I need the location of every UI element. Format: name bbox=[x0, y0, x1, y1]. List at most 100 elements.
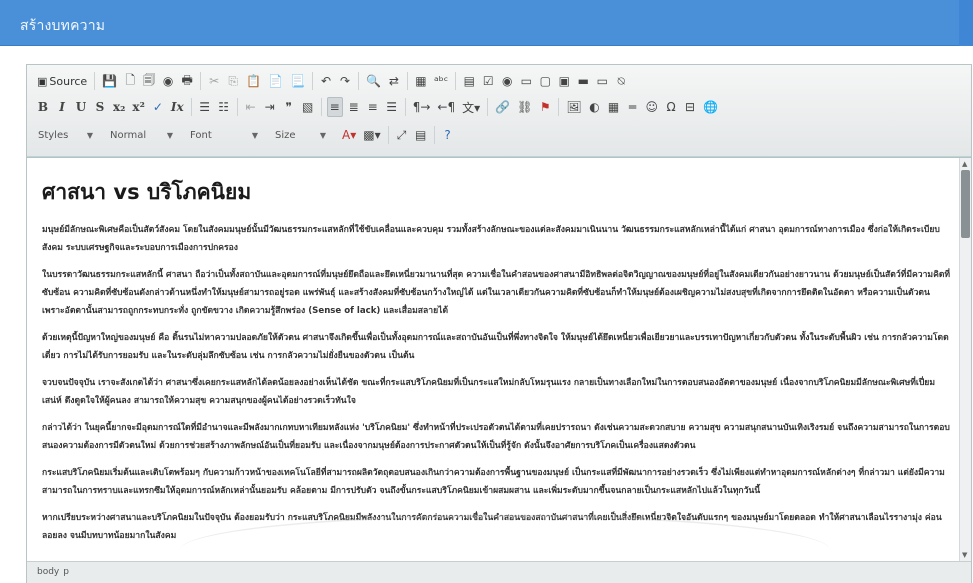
flash-button[interactable]: ◐ bbox=[587, 97, 603, 117]
link-button[interactable]: 🔗 bbox=[493, 97, 512, 117]
show-blocks-button[interactable]: ▤ bbox=[413, 125, 429, 145]
scroll-up-icon[interactable]: ▲ bbox=[962, 160, 967, 168]
bold-button[interactable]: B bbox=[35, 97, 51, 117]
checkbox-button[interactable]: ☑ bbox=[480, 71, 496, 91]
clear-format-button[interactable]: Ix bbox=[169, 97, 186, 117]
document-paragraph[interactable]: ในบรรดาวัฒนธรรมกระแสหลักนี้ ศาสนา ถือว่า… bbox=[42, 266, 952, 320]
font-combo[interactable]: Font ▼ bbox=[187, 125, 262, 145]
element-path-item[interactable]: p bbox=[63, 567, 69, 577]
special-char-button[interactable]: Ω bbox=[663, 97, 679, 117]
editor-statusbar: body p bbox=[27, 561, 971, 583]
subscript-button-label: x₂ bbox=[113, 100, 126, 114]
image-button[interactable]: 🖼 bbox=[564, 97, 583, 117]
button-button[interactable]: ▬ bbox=[575, 71, 591, 91]
indent-button[interactable]: ⇥ bbox=[262, 97, 278, 117]
numbered-list-button[interactable]: ☰ bbox=[197, 97, 213, 117]
paste-text-button[interactable]: 📄 bbox=[266, 71, 285, 91]
image-button-button[interactable]: ▭ bbox=[594, 71, 610, 91]
form-button[interactable]: ▤ bbox=[461, 71, 477, 91]
copy-button[interactable]: ⎘ bbox=[225, 71, 241, 91]
replace-button[interactable]: ⇄ bbox=[386, 71, 402, 91]
format-combo[interactable]: Normal ▼ bbox=[107, 125, 177, 145]
size-combo[interactable]: Size ▼ bbox=[272, 125, 330, 145]
print-button[interactable]: 🖶 bbox=[179, 71, 195, 91]
document-paragraph[interactable]: มนุษย์มีลักษณะพิเศษคือเป็นสัตว์สังคม โดย… bbox=[42, 221, 952, 257]
preview-button[interactable]: ◉ bbox=[160, 71, 176, 91]
paste-word-button[interactable]: 📃 bbox=[288, 71, 307, 91]
undo-button[interactable]: ↶ bbox=[318, 71, 334, 91]
blockquote-button[interactable]: ❞ bbox=[281, 97, 297, 117]
document-body[interactable]: ศาสนา vs บริโภคนิยม มนุษย์มีลักษณะพิเศษค… bbox=[42, 176, 952, 554]
textfield-button[interactable]: ▭ bbox=[518, 71, 534, 91]
document-paragraph[interactable]: หากเปรียบระหว่างศาสนาและบริโภคนิยมในปัจจ… bbox=[42, 509, 952, 545]
div-button[interactable]: ▧ bbox=[300, 97, 316, 117]
underline-button[interactable]: U bbox=[73, 97, 89, 117]
select-all-button[interactable]: ▦ bbox=[413, 71, 429, 91]
language-button[interactable]: 文▾ bbox=[460, 97, 482, 117]
align-left-button[interactable]: ≡ bbox=[326, 97, 343, 117]
document-paragraph[interactable]: จวบจนปัจจุบัน เราจะสังเกตได้ว่า ศาสนาซึ่… bbox=[42, 374, 952, 410]
new-page-button[interactable]: 🗋 bbox=[122, 71, 138, 91]
smiley-button[interactable]: ☺ bbox=[644, 97, 661, 117]
ltr-button[interactable]: ¶→ bbox=[411, 97, 433, 117]
paste-button[interactable]: 📋 bbox=[244, 71, 263, 91]
header-edge bbox=[959, 0, 973, 46]
unlink-button[interactable]: ⛓ bbox=[515, 97, 534, 117]
strike-button[interactable]: S bbox=[92, 97, 108, 117]
copy-icon: ⎘ bbox=[228, 73, 238, 88]
paste-icon: 📋 bbox=[246, 74, 262, 88]
find-button[interactable]: 🔍 bbox=[364, 71, 383, 91]
source-button[interactable]: ▣ Source bbox=[35, 71, 89, 91]
new-page-icon: 🗋 bbox=[125, 72, 135, 87]
scroll-down-icon[interactable]: ▼ bbox=[962, 551, 967, 559]
rtl-button[interactable]: ←¶ bbox=[435, 97, 457, 117]
smiley-icon: ☺ bbox=[645, 100, 659, 114]
editor-scrollbar[interactable]: ▲ ▼ bbox=[959, 158, 971, 561]
textarea-button[interactable]: ▢ bbox=[537, 71, 553, 91]
superscript-button[interactable]: x² bbox=[130, 97, 146, 117]
scroll-thumb[interactable] bbox=[961, 170, 970, 238]
outdent-button[interactable]: ⇤ bbox=[243, 97, 259, 117]
toolbar-separator bbox=[487, 98, 489, 116]
radio-button[interactable]: ◉ bbox=[499, 71, 515, 91]
bg-color-button[interactable]: ▩▾ bbox=[361, 125, 382, 145]
document-paragraph[interactable]: กระแสบริโภคนิยมเริ่มต้นและเติบโตพร้อมๆ ก… bbox=[42, 464, 952, 500]
align-center-button[interactable]: ≣ bbox=[346, 97, 362, 117]
font-combo-label: Font bbox=[190, 129, 212, 141]
toolbar-separator bbox=[312, 72, 313, 90]
spellcheck-button[interactable]: ᵃᵇᶜ bbox=[432, 71, 450, 91]
bulleted-list-button[interactable]: ☷ bbox=[216, 97, 232, 117]
page-header: สร้างบทความ bbox=[0, 0, 973, 46]
text-color-button[interactable]: A▾ bbox=[340, 125, 358, 145]
document-paragraph[interactable]: กล่าวได้ว่า ในยุคนี้ยากจะมีอุดมการณ์ใดที… bbox=[42, 419, 952, 455]
table-button[interactable]: ▦ bbox=[606, 97, 622, 117]
undo-icon: ↶ bbox=[320, 74, 332, 88]
hidden-field-button[interactable]: ⍉ bbox=[613, 71, 629, 91]
redo-button[interactable]: ↷ bbox=[337, 71, 353, 91]
element-path-item[interactable]: body bbox=[37, 567, 59, 577]
iframe-button[interactable]: 🌐 bbox=[701, 97, 720, 117]
justify-button[interactable]: ☰ bbox=[384, 97, 400, 117]
align-right-button[interactable]: ≡ bbox=[365, 97, 381, 117]
horizontal-line-button[interactable]: ═ bbox=[625, 97, 641, 117]
templates-button[interactable]: 🗐 bbox=[141, 71, 157, 91]
subscript-button[interactable]: x₂ bbox=[111, 97, 127, 117]
cut-button[interactable]: ✂ bbox=[206, 71, 222, 91]
textarea-icon: ▢ bbox=[539, 74, 551, 88]
save-button[interactable]: 💾 bbox=[100, 71, 119, 91]
styles-combo[interactable]: Styles ▼ bbox=[35, 125, 97, 145]
remove-format-button[interactable]: ✓ bbox=[150, 97, 166, 117]
maximize-button[interactable]: ⤢ bbox=[394, 125, 410, 145]
toolbar-separator bbox=[200, 72, 202, 90]
about-button[interactable]: ? bbox=[440, 125, 456, 145]
document-title[interactable]: ศาสนา vs บริโภคนิยม bbox=[42, 176, 952, 209]
anchor-icon: ⚑ bbox=[539, 100, 551, 114]
anchor-button[interactable]: ⚑ bbox=[537, 97, 553, 117]
editor-content-area[interactable]: ศาสนา vs บริโภคนิยม มนุษย์มีลักษณะพิเศษค… bbox=[27, 158, 971, 561]
document-paragraph[interactable]: ด้วยเหตุนี้ปัญหาใหญ่ของมนุษย์ คือ ดิ้นรน… bbox=[42, 329, 952, 365]
italic-button[interactable]: I bbox=[54, 97, 70, 117]
toolbar-separator bbox=[387, 126, 389, 144]
page-break-button[interactable]: ⊟ bbox=[682, 97, 698, 117]
blockquote-icon: ❞ bbox=[285, 100, 292, 114]
select-button[interactable]: ▣ bbox=[556, 71, 572, 91]
